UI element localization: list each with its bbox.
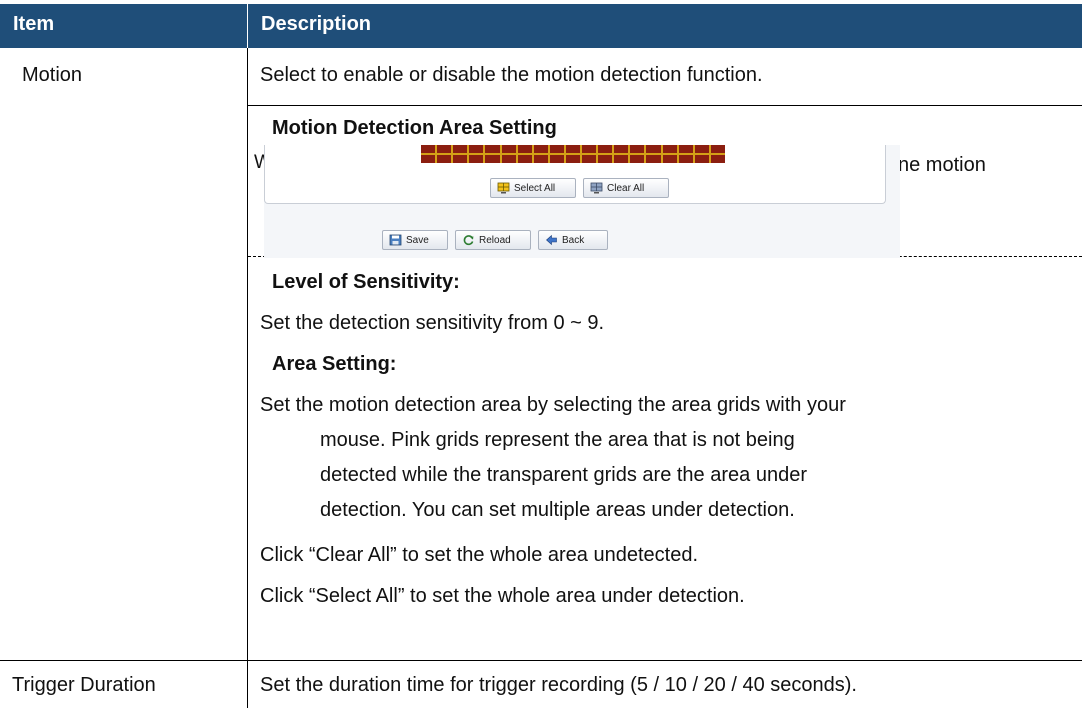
grid-cell[interactable] [565, 155, 581, 163]
clear-all-note: Click “Clear All” to set the whole area … [260, 544, 698, 566]
item-trigger-duration: Trigger Duration [12, 674, 156, 696]
grid-cell[interactable] [517, 155, 532, 163]
back-label: Back [562, 234, 585, 246]
grid-cell[interactable] [710, 155, 725, 163]
grid-cell[interactable] [421, 155, 436, 163]
grid-cell[interactable] [485, 145, 500, 153]
clear-all-icon [590, 182, 603, 194]
embedded-screenshot: Select All Clear All Save Reload Back [264, 145, 900, 258]
covered-text-right: ne motion [898, 154, 986, 176]
grid-cell[interactable] [598, 155, 613, 163]
reload-icon [463, 235, 474, 246]
header-divider [247, 4, 248, 48]
reload-label: Reload [479, 234, 511, 246]
motion-grid [421, 145, 725, 163]
motion-intro: Select to enable or disable the motion d… [260, 64, 763, 86]
trigger-duration-description: Set the duration time for trigger record… [260, 674, 857, 696]
table-header: Item Description [0, 4, 1082, 48]
select-all-note: Click “Select All” to set the whole area… [260, 585, 745, 607]
grid-cell[interactable] [549, 155, 564, 163]
grid-cell[interactable] [630, 145, 645, 153]
grid-cell[interactable] [646, 145, 661, 153]
grid-cell[interactable] [614, 145, 629, 153]
area-setting-line: mouse. Pink grids represent the area tha… [320, 429, 795, 451]
area-setting-line: detection. You can set multiple areas un… [320, 499, 795, 521]
grid-cell[interactable] [453, 155, 468, 163]
select-all-button[interactable]: Select All [490, 178, 576, 198]
grid-cell[interactable] [501, 145, 516, 153]
grid-cell[interactable] [549, 145, 564, 153]
grid-cell[interactable] [485, 155, 500, 163]
save-label: Save [406, 234, 429, 246]
column-divider [247, 48, 248, 660]
column-divider [247, 661, 248, 708]
grid-cell[interactable] [437, 155, 452, 163]
grid-cell[interactable] [630, 155, 645, 163]
grid-cell[interactable] [565, 145, 581, 153]
back-button[interactable]: Back [538, 230, 608, 250]
select-all-label: Select All [514, 182, 556, 194]
header-description: Description [261, 13, 372, 35]
save-button[interactable]: Save [382, 230, 448, 250]
row-divider [248, 105, 1082, 106]
grid-cell[interactable] [710, 145, 725, 153]
grid-cell[interactable] [678, 145, 693, 153]
clear-all-button[interactable]: Clear All [583, 178, 669, 198]
motion-area-panel: Select All Clear All [264, 145, 886, 204]
row-divider [0, 660, 1082, 661]
grid-cell[interactable] [662, 155, 677, 163]
grid-cell[interactable] [517, 145, 532, 153]
area-setting-line: Set the motion detection area by selecti… [260, 394, 846, 416]
back-icon [546, 234, 557, 246]
header-item: Item [13, 13, 55, 35]
select-all-icon [497, 182, 510, 194]
grid-cell[interactable] [501, 155, 516, 163]
grid-cell[interactable] [694, 155, 709, 163]
area-setting-line: detected while the transparent grids are… [320, 464, 807, 486]
grid-cell[interactable] [614, 155, 629, 163]
sensitivity-heading: Level of Sensitivity: [272, 271, 460, 293]
grid-cell[interactable] [469, 145, 484, 153]
grid-cell[interactable] [662, 145, 677, 153]
grid-cell[interactable] [453, 145, 468, 153]
sensitivity-text: Set the detection sensitivity from 0 ~ 9… [260, 312, 605, 334]
grid-cell[interactable] [598, 145, 613, 153]
grid-cell[interactable] [533, 155, 548, 163]
grid-cell[interactable] [421, 145, 436, 153]
grid-cell[interactable] [533, 145, 548, 153]
reload-button[interactable]: Reload [455, 230, 531, 250]
grid-cell[interactable] [582, 145, 597, 153]
grid-cell[interactable] [469, 155, 484, 163]
clear-all-label: Clear All [607, 182, 645, 194]
area-setting-subheading: Area Setting: [272, 353, 397, 375]
grid-cell[interactable] [437, 145, 452, 153]
save-icon [389, 234, 402, 246]
area-setting-heading: Motion Detection Area Setting [272, 117, 557, 139]
grid-cell[interactable] [582, 155, 597, 163]
grid-cell[interactable] [646, 155, 661, 163]
grid-cell[interactable] [694, 145, 709, 153]
grid-cell[interactable] [678, 155, 693, 163]
item-motion: Motion [22, 64, 83, 86]
